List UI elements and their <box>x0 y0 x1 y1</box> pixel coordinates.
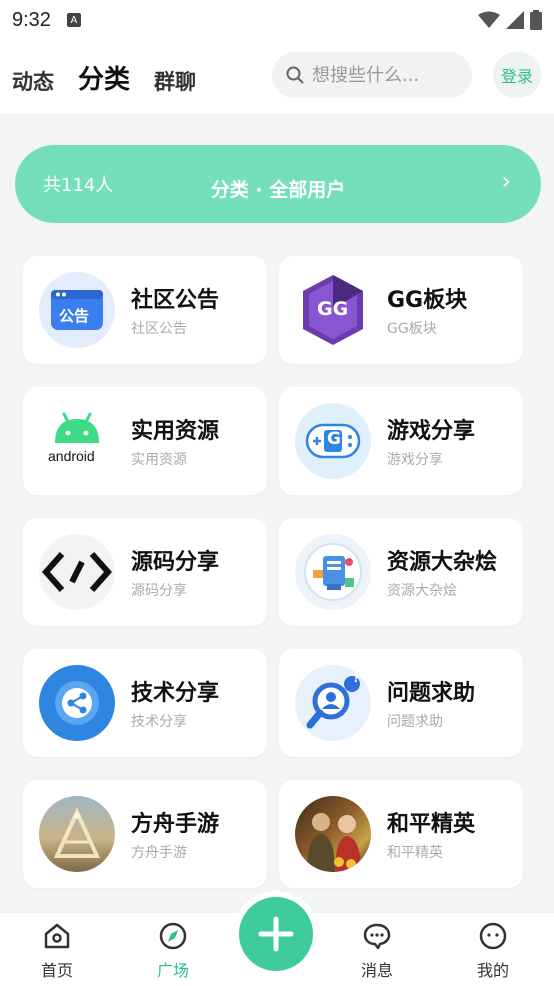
top-header: 动态 分类 群聊 登录 <box>0 40 554 114</box>
battery-icon <box>530 10 542 30</box>
category-card-gg[interactable]: GG GG板块 GG板块 <box>279 256 523 364</box>
nav-mine-label: 我的 <box>476 961 509 980</box>
category-title: 游戏分享 <box>387 419 476 444</box>
notification-icon: A <box>66 13 81 27</box>
category-title: 实用资源 <box>131 419 220 444</box>
category-subtitle: 方舟手游 <box>131 845 187 861</box>
category-card-resources[interactable]: android 实用资源 实用资源 <box>23 387 267 495</box>
share-icon <box>39 665 115 741</box>
category-card-game-share[interactable]: G 游戏分享 游戏分享 <box>279 387 523 495</box>
gamepad-icon: G <box>295 403 371 479</box>
banner-title: 分类 · 全部用户 <box>210 179 346 201</box>
category-card-source-code[interactable]: 源码分享 源码分享 <box>23 518 267 626</box>
android-label: android <box>48 448 95 464</box>
category-title: GG板块 <box>387 288 468 313</box>
category-title: 方舟手游 <box>131 812 220 837</box>
nav-messages-label: 消息 <box>360 961 393 980</box>
search-icon <box>286 66 304 84</box>
nav-square[interactable]: 广场 <box>133 921 213 981</box>
search-input[interactable] <box>312 64 462 86</box>
category-subtitle: 问题求助 <box>387 714 443 730</box>
tab-category[interactable]: 分类 <box>73 59 135 96</box>
pubg-game-icon <box>295 796 371 872</box>
top-tabs: 动态 分类 群聊 <box>12 59 196 96</box>
resources-icon <box>295 534 371 610</box>
gg-logo-label: GG <box>317 298 349 320</box>
category-title: 技术分享 <box>131 681 220 706</box>
home-icon <box>44 923 70 949</box>
category-subtitle: 社区公告 <box>131 321 187 337</box>
category-card-ark[interactable]: 方舟手游 方舟手游 <box>23 780 267 888</box>
category-title: 源码分享 <box>131 550 220 575</box>
category-title: 问题求助 <box>387 681 476 706</box>
category-subtitle: GG板块 <box>387 321 437 337</box>
android-icon: android <box>39 403 115 479</box>
wifi-icon <box>478 11 500 28</box>
category-subtitle: 资源大杂烩 <box>387 583 457 599</box>
category-title: 资源大杂烩 <box>387 550 498 575</box>
chat-icon <box>363 923 391 950</box>
login-button[interactable]: 登录 <box>493 52 541 98</box>
tab-dynamic[interactable]: 动态 <box>12 66 54 96</box>
nav-mine[interactable]: 我的 <box>453 921 533 981</box>
category-card-misc-resources[interactable]: 资源大杂烩 资源大杂烩 <box>279 518 523 626</box>
category-title: 和平精英 <box>387 812 476 837</box>
category-card-announcement[interactable]: 公告 社区公告 社区公告 <box>23 256 267 364</box>
search-box[interactable] <box>272 52 472 98</box>
category-card-pubg[interactable]: 和平精英 和平精英 <box>279 780 523 888</box>
tab-group-chat[interactable]: 群聊 <box>154 66 196 96</box>
gg-logo-icon: GG <box>295 272 371 348</box>
all-users-banner[interactable]: 共114人 分类 · 全部用户 › <box>15 145 541 223</box>
category-subtitle: 实用资源 <box>131 452 187 468</box>
signal-icon <box>506 11 524 29</box>
plus-icon <box>258 916 294 952</box>
category-subtitle: 源码分享 <box>131 583 187 599</box>
create-post-button[interactable] <box>239 897 313 971</box>
compass-icon <box>159 922 187 950</box>
nav-home[interactable]: 首页 <box>17 921 97 981</box>
chevron-right-icon: › <box>501 167 511 195</box>
status-time: 9:32 <box>12 8 51 31</box>
category-subtitle: 游戏分享 <box>387 452 443 468</box>
help-badge: ? <box>353 672 360 685</box>
category-card-tech-share[interactable]: 技术分享 技术分享 <box>23 649 267 757</box>
category-subtitle: 和平精英 <box>387 845 443 861</box>
ark-game-icon <box>39 796 115 872</box>
category-subtitle: 技术分享 <box>131 714 187 730</box>
help-search-icon: ? <box>295 665 371 741</box>
profile-icon <box>479 922 507 950</box>
gamepad-label: G <box>327 429 341 449</box>
nav-home-label: 首页 <box>40 961 73 980</box>
announcement-icon: 公告 <box>39 272 115 348</box>
status-right <box>478 10 542 30</box>
status-bar: 9:32 A <box>0 0 554 40</box>
announcement-icon-label: 公告 <box>59 307 90 325</box>
code-icon <box>39 534 115 610</box>
nav-messages[interactable]: 消息 <box>337 921 417 981</box>
category-card-help[interactable]: ? 问题求助 问题求助 <box>279 649 523 757</box>
category-title: 社区公告 <box>131 288 220 313</box>
nav-square-label: 广场 <box>156 961 189 980</box>
